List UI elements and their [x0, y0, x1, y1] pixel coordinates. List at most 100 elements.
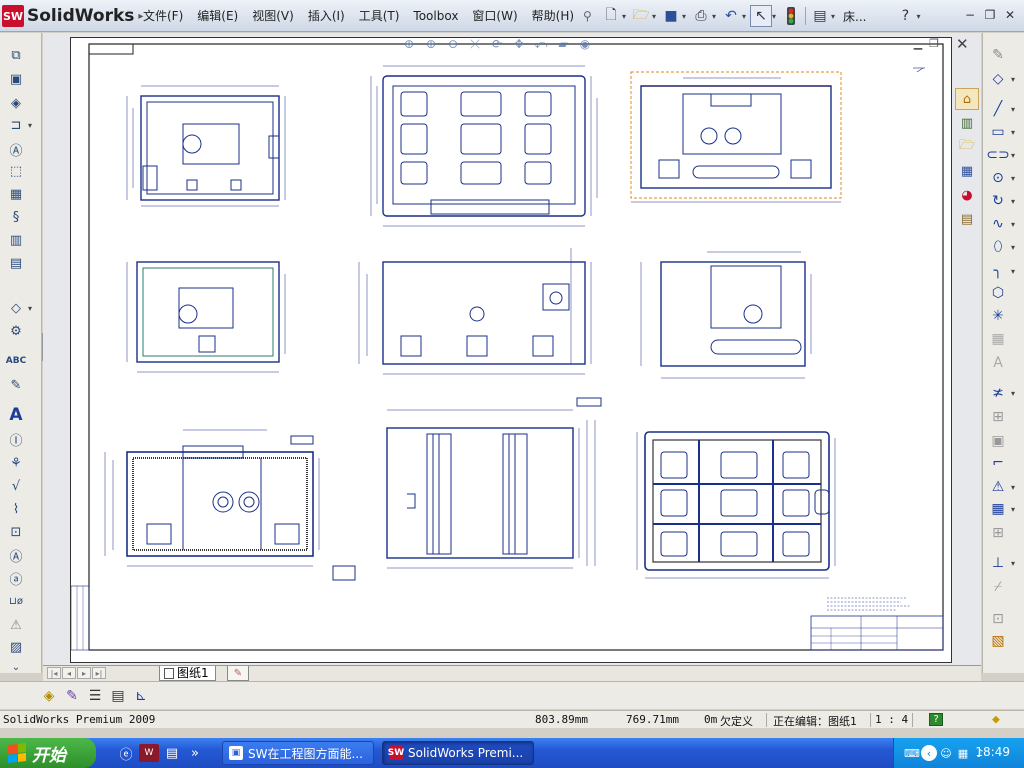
- hide-show-icon[interactable]: ◉: [574, 36, 596, 52]
- document-icon[interactable]: ▤: [162, 744, 182, 762]
- section-dropdown-icon[interactable]: ▾: [28, 121, 32, 130]
- save-dropdown-icon[interactable]: ▾: [682, 12, 690, 21]
- pan-icon[interactable]: ✥: [508, 36, 530, 52]
- sketch-grid-icon[interactable]: ⊞: [987, 523, 1009, 543]
- taskbar-window-browser[interactable]: ▣ SW在工程图方面能...: [222, 741, 374, 765]
- options-icon[interactable]: ▤: [809, 5, 831, 27]
- file-explorer-icon[interactable]: 🗁: [955, 136, 979, 158]
- line-icon[interactable]: ╱: [987, 99, 1009, 119]
- tray-expand-icon[interactable]: ‹: [921, 745, 937, 761]
- close-document-icon[interactable]: ✕: [956, 35, 969, 53]
- previous-view-icon[interactable]: ⤺: [530, 36, 552, 52]
- linear-pattern-icon[interactable]: ▦: [987, 499, 1009, 519]
- projected-view-icon[interactable]: ▣: [6, 69, 26, 89]
- slot-icon[interactable]: ⊂⊃: [986, 145, 1009, 165]
- open-dropdown-icon[interactable]: ▾: [652, 12, 660, 21]
- circle-dropdown-icon[interactable]: ▾: [1011, 174, 1015, 183]
- hole-callout-icon[interactable]: ⊔ø: [6, 591, 26, 611]
- fillet-icon[interactable]: ╮: [987, 261, 1009, 281]
- broken-view-icon[interactable]: §: [6, 207, 26, 227]
- design-library-icon[interactable]: ▥: [955, 112, 979, 134]
- move-dropdown-icon[interactable]: ▾: [1011, 483, 1015, 492]
- rotate-icon[interactable]: ⟳: [486, 36, 508, 52]
- clock[interactable]: 18:49: [975, 745, 1010, 759]
- line-color-icon[interactable]: ✎: [61, 686, 83, 706]
- offset-entities-icon[interactable]: ▣: [987, 431, 1009, 451]
- pin-icon[interactable]: ⚲: [583, 7, 597, 25]
- quick-snaps-icon[interactable]: ⊡: [987, 609, 1009, 629]
- zoom-selection-icon[interactable]: ⤫: [464, 36, 486, 52]
- display-style-icon[interactable]: ▰: [552, 36, 574, 52]
- menu-edit[interactable]: 编辑(E): [190, 7, 245, 25]
- search-commands-field[interactable]: 床...: [843, 8, 866, 25]
- network-icon[interactable]: ▦: [955, 745, 971, 761]
- line-style-icon[interactable]: ▤: [107, 686, 129, 706]
- ellipse-dropdown-icon[interactable]: ▾: [1011, 243, 1015, 252]
- quick-launch-more-icon[interactable]: »: [185, 744, 205, 762]
- print-dropdown-icon[interactable]: ▾: [712, 12, 720, 21]
- layer-icon[interactable]: ◈: [38, 686, 60, 706]
- keyboard-icon[interactable]: ⌨: [904, 745, 920, 761]
- mirror-icon[interactable]: ⌐: [987, 453, 1009, 473]
- datum-feature-icon[interactable]: Ⓐ: [6, 545, 26, 565]
- first-sheet-icon[interactable]: |◂: [47, 667, 61, 679]
- solidworks-resources-icon[interactable]: ⌂: [955, 88, 979, 110]
- taskbar-window-solidworks[interactable]: SW SolidWorks Premi...: [382, 741, 534, 765]
- spline-icon[interactable]: ∿: [987, 214, 1009, 234]
- minimize-icon[interactable]: −: [960, 6, 980, 24]
- menu-file[interactable]: 文件(F): [136, 7, 190, 25]
- slot-dropdown-icon[interactable]: ▾: [1011, 151, 1015, 160]
- repair-sketch-icon[interactable]: ⌿: [987, 577, 1009, 597]
- doc-minimize-icon[interactable]: ▁: [910, 36, 926, 50]
- pattern-dropdown-icon[interactable]: ▾: [1011, 505, 1015, 514]
- close-window-icon[interactable]: ✕: [1000, 6, 1020, 24]
- menu-toolbox[interactable]: Toolbox: [406, 7, 465, 25]
- note-icon[interactable]: A: [6, 405, 26, 425]
- relative-view-icon[interactable]: ▤: [6, 253, 26, 273]
- restore-icon[interactable]: ❐: [980, 6, 1000, 24]
- arc-dropdown-icon[interactable]: ▾: [1011, 197, 1015, 206]
- section-view-icon[interactable]: ⊐: [6, 115, 26, 135]
- dim-dropdown-icon[interactable]: ▾: [1011, 75, 1015, 84]
- add-sheet-icon[interactable]: ✎: [227, 666, 249, 681]
- menu-window[interactable]: 窗口(W): [465, 7, 524, 25]
- cosmetic-thread-icon[interactable]: ⚠: [6, 615, 26, 635]
- trim-icon[interactable]: ≭: [987, 383, 1009, 403]
- smart-dimension-sketch-icon[interactable]: ◇: [987, 69, 1009, 89]
- new-document-icon[interactable]: 🗋: [600, 5, 622, 27]
- balloon-icon[interactable]: Ⓘ: [6, 429, 26, 449]
- select-arrow-icon[interactable]: ↖: [750, 5, 772, 27]
- surface-finish-icon[interactable]: √: [6, 476, 26, 496]
- help-icon[interactable]: ?: [894, 5, 916, 27]
- word-icon[interactable]: W: [139, 744, 159, 762]
- start-button[interactable]: 开始: [0, 738, 96, 768]
- save-icon[interactable]: ■: [660, 5, 682, 27]
- status-scale[interactable]: 1 : 4: [875, 713, 908, 726]
- relations-icon[interactable]: ⊥: [987, 553, 1009, 573]
- undo-icon[interactable]: ↶: [720, 5, 742, 27]
- custom-properties-icon[interactable]: ▤: [955, 208, 979, 230]
- options-dropdown-icon[interactable]: ▾: [831, 12, 839, 21]
- zoom-to-area-icon[interactable]: ⊕: [420, 36, 442, 52]
- print-icon[interactable]: ⎙: [690, 5, 712, 27]
- undo-dropdown-icon[interactable]: ▾: [742, 12, 750, 21]
- edit-sketch-icon[interactable]: ✎: [987, 45, 1009, 65]
- ellipse-icon[interactable]: ⬯: [987, 237, 1009, 257]
- model-items-icon[interactable]: ⚙: [6, 321, 26, 341]
- prev-sheet-icon[interactable]: ◂: [62, 667, 76, 679]
- internet-explorer-icon[interactable]: ⓔ: [116, 744, 136, 763]
- model-view-icon[interactable]: ⧉: [6, 45, 26, 65]
- relations-dropdown-icon[interactable]: ▾: [1011, 559, 1015, 568]
- tag-icon[interactable]: ◆: [992, 712, 1000, 727]
- convert-entities-icon[interactable]: ⊞: [987, 407, 1009, 427]
- line-thickness-icon[interactable]: ☰: [84, 686, 106, 706]
- zoom-to-fit-icon[interactable]: ⊕: [398, 36, 420, 52]
- point-icon[interactable]: ✳: [987, 306, 1009, 326]
- messenger-icon[interactable]: ☺: [938, 745, 954, 761]
- arc-icon[interactable]: ↻: [987, 191, 1009, 211]
- centerline-icon[interactable]: ▦: [987, 329, 1009, 349]
- polygon-icon[interactable]: ⬡: [987, 283, 1009, 303]
- area-hatch-icon[interactable]: ▨: [6, 637, 26, 657]
- format-painter-icon[interactable]: ✎: [6, 375, 26, 395]
- open-folder-icon[interactable]: 🗁: [630, 5, 652, 27]
